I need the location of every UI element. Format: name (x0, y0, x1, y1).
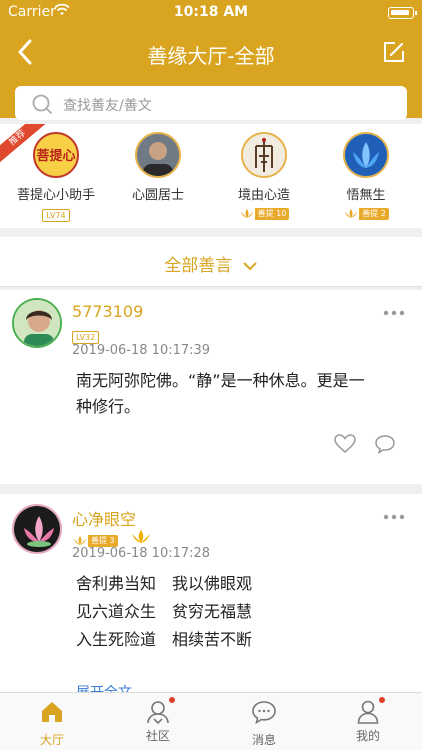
tab-messages[interactable]: 消息 (224, 699, 304, 748)
page-title: 善缘大厅-全部 (147, 44, 275, 68)
blue-lotus-icon (345, 134, 387, 176)
post-author[interactable]: 心净眼空 (72, 506, 136, 530)
post-card: 5773109 LV32 2019-06-18 10:17:39 南无阿弥陀佛。… (0, 290, 422, 484)
avatar (241, 132, 287, 178)
message-icon (252, 701, 276, 725)
post-line: 舍利弗当知 我以佛眼观 (76, 574, 253, 593)
edit-icon[interactable] (382, 40, 406, 64)
clock: 10:18 AM (173, 4, 249, 20)
post-time: 2019-06-18 10:17:28 (72, 546, 211, 561)
search-icon (32, 94, 52, 114)
post-line: 入生死险道 相续苦不断 (76, 630, 253, 649)
lotus-icon (345, 209, 358, 218)
status-bar: Carrier 10:18 AM (0, 0, 422, 26)
home-icon (42, 702, 62, 722)
featured-user-3[interactable]: 境由心造 善提 10 (214, 132, 314, 223)
comment-bubble-icon[interactable] (374, 434, 396, 454)
merit-badge: 善提 2 (343, 207, 389, 220)
filter-title[interactable]: 全部善言 (0, 251, 422, 276)
featured-user-2[interactable]: 心圆居士 (108, 132, 208, 203)
post-card: 心净眼空 善提 3 2019-06-18 10:17:28 舍利弗当知 我以佛眼… (0, 494, 422, 701)
person-photo-icon (137, 134, 179, 176)
avatar[interactable] (12, 504, 62, 554)
like-heart-icon[interactable] (334, 434, 356, 454)
gold-lotus-icon (132, 530, 150, 543)
featured-users-row: 菩提心 菩提心小助手 LV74 心圆居士 境由心造 善提 10 悟無生 善提 2 (0, 124, 422, 228)
pink-lotus-icon (14, 506, 60, 552)
nav-bar: 善缘大厅-全部 (0, 30, 422, 76)
community-icon (147, 701, 169, 725)
more-options-icon[interactable] (382, 309, 406, 317)
level-badge: LV74 (42, 209, 70, 222)
post-line: 见六道众生 贫穷无福慧 (76, 602, 253, 621)
profile-icon (357, 700, 379, 724)
post-time: 2019-06-18 10:17:39 (72, 343, 211, 358)
lotus-icon (240, 209, 253, 218)
avatar (343, 132, 389, 178)
merit-badge: 善提 10 (239, 207, 290, 220)
featured-user-name: 悟無生 (346, 188, 386, 203)
featured-user-4[interactable]: 悟無生 善提 2 (316, 132, 416, 223)
recommend-ribbon: 推荐 (0, 124, 60, 164)
chevron-down-icon (242, 262, 257, 271)
post-line: 种修行。 (76, 397, 141, 416)
tab-hall[interactable]: 大厅 (12, 699, 92, 748)
more-options-icon[interactable] (382, 513, 406, 521)
tab-profile[interactable]: 我的 (328, 697, 408, 744)
tab-community[interactable]: 社区 (118, 697, 198, 744)
notification-dot (379, 697, 385, 703)
search-bar[interactable]: 查找善友/善文 (15, 86, 407, 120)
lotus-icon (74, 536, 86, 545)
post-content: 舍利弗当知 我以佛眼观 见六道众生 贫穷无福慧 入生死险道 相续苦不断 (76, 570, 396, 654)
post-content: 南无阿弥陀佛。“静”是一种休息。更是一 种修行。 (76, 368, 396, 420)
post-line: 南无阿弥陀佛。“静”是一种休息。更是一 (76, 371, 365, 390)
avatar (135, 132, 181, 178)
featured-user-name: 菩提心小助手 (16, 188, 95, 203)
notification-dot (169, 697, 175, 703)
battery-icon (388, 7, 417, 19)
user-photo-icon (14, 300, 60, 346)
post-author[interactable]: 5773109 (72, 302, 143, 321)
avatar[interactable] (12, 298, 62, 348)
seal-script-icon (243, 134, 285, 176)
search-placeholder: 查找善友/善文 (63, 98, 152, 114)
filter-section[interactable]: 全部善言 (0, 237, 422, 287)
tab-bar: 大厅 社区 消息 我的 (0, 692, 422, 750)
featured-user-name: 心圆居士 (131, 188, 184, 203)
featured-user-name: 境由心造 (237, 188, 290, 203)
